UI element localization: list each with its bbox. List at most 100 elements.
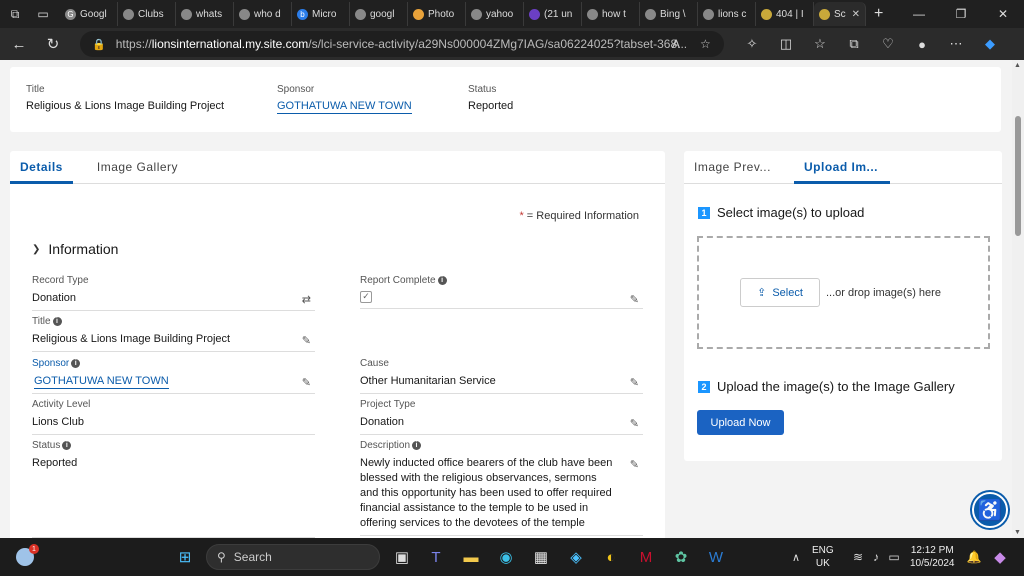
sponsor-link[interactable]: GOTHATUWA NEW TOWN	[277, 100, 412, 114]
info-icon: i	[52, 317, 62, 326]
scroll-down-icon[interactable]: ▼	[1014, 529, 1021, 536]
field-cause: Cause Other Humanitarian Service ✎	[360, 358, 643, 394]
task-view-icon[interactable]: ▣	[390, 545, 414, 569]
favorites-icon[interactable]: ☆	[803, 30, 837, 58]
browser-tab[interactable]: Clubs	[118, 2, 176, 26]
upload-arrow-icon: ⇪	[757, 287, 767, 299]
tab-details[interactable]: Details	[10, 151, 73, 184]
info-icon: i	[62, 441, 72, 450]
details-tabs: Details Image Gallery	[10, 151, 665, 184]
search-icon	[181, 8, 192, 20]
field-project-type: Project Type Donation ✎	[360, 399, 643, 435]
extensions-icon[interactable]: ✧	[735, 30, 769, 58]
mail-icon	[529, 8, 540, 20]
close-window-icon[interactable]: ✕	[982, 0, 1024, 28]
browser-tab[interactable]: 404 | I	[756, 2, 814, 26]
edit-pencil-icon[interactable]: ✎	[630, 458, 639, 471]
browser-tab[interactable]: lions c	[698, 2, 756, 26]
info-icon: i	[412, 441, 422, 450]
copilot-icon[interactable]: ◆	[973, 30, 1007, 58]
accessibility-icon[interactable]: ♿	[972, 492, 1008, 528]
address-toolbar: ← ↻ 🔒 https://lionsinternational.my.site…	[0, 28, 1024, 60]
mcafee-icon[interactable]: M	[634, 545, 658, 569]
battery-icon[interactable]: ▭	[882, 545, 906, 569]
browser-tab-active[interactable]: Sc ✕	[814, 2, 866, 26]
upload-now-button[interactable]: Upload Now	[697, 410, 784, 435]
weather-widget[interactable]: 1	[14, 544, 39, 568]
field-description: Description i Newly inducted office beare…	[360, 440, 643, 536]
image-drop-zone[interactable]: ⇪ Select ...or drop image(s) here	[697, 236, 990, 349]
photos-icon	[413, 8, 424, 20]
minimize-icon[interactable]: —	[898, 0, 940, 28]
google-icon: G	[65, 8, 76, 20]
new-tab-button[interactable]: +	[874, 5, 883, 23]
scrollbar-thumb[interactable]	[1015, 116, 1021, 236]
collections-icon[interactable]: ⧉	[837, 30, 871, 58]
browser-tab[interactable]: b Micro	[292, 2, 350, 26]
weather-app-icon[interactable]: ✿	[669, 545, 693, 569]
tips-icon[interactable]: ◐	[599, 545, 623, 569]
browser-tab[interactable]: whats	[176, 2, 234, 26]
page-scrollbar[interactable]: ▲ ▼	[1012, 60, 1024, 538]
close-tab-icon[interactable]: ✕	[852, 9, 860, 20]
profile-avatar-icon[interactable]: ●	[905, 30, 939, 58]
more-menu-icon[interactable]: ⋯	[939, 30, 973, 58]
scroll-up-icon[interactable]: ▲	[1014, 62, 1021, 69]
url-field[interactable]: 🔒 https://lionsinternational.my.site.com…	[80, 31, 724, 57]
taskbar-search[interactable]: ⚲ Search	[206, 544, 380, 570]
search-icon	[471, 8, 482, 20]
teams-icon[interactable]: T	[424, 545, 448, 569]
edit-pencil-icon[interactable]: ✎	[630, 293, 639, 306]
browser-tab[interactable]: Photo	[408, 2, 466, 26]
language-indicator[interactable]: ENG UK	[812, 538, 834, 576]
show-hidden-icons-icon[interactable]: ∧	[784, 545, 808, 569]
store-icon[interactable]: ▦	[529, 545, 553, 569]
browser-tab[interactable]: who d	[234, 2, 292, 26]
edit-pencil-icon[interactable]: ✎	[302, 376, 311, 389]
notification-bell-icon[interactable]: 🔔	[962, 545, 986, 569]
favorite-star-icon[interactable]: ☆	[700, 37, 711, 51]
read-aloud-icon[interactable]: A	[672, 37, 680, 51]
browser-tab[interactable]: (21 un	[524, 2, 582, 26]
required-info-note: * = Required Information	[519, 210, 639, 222]
edit-pencil-icon[interactable]: ✎	[302, 334, 311, 347]
edit-pencil-icon[interactable]: ✎	[630, 376, 639, 389]
search-icon: ⚲	[217, 550, 226, 564]
split-screen-icon[interactable]: ◫	[769, 30, 803, 58]
information-section-toggle[interactable]: ❯ Information	[32, 241, 118, 257]
back-icon[interactable]: ←	[4, 30, 34, 58]
refresh-icon[interactable]: ↻	[38, 30, 68, 58]
report-complete-checkbox[interactable]: ✓	[360, 290, 372, 303]
word-icon[interactable]: W	[704, 545, 728, 569]
field-title: Title i Religious & Lions Image Building …	[32, 316, 315, 352]
browser-tab[interactable]: Bing \	[640, 2, 698, 26]
browser-tab[interactable]: googl	[350, 2, 408, 26]
window-controls: — ❐ ✕	[898, 0, 1024, 28]
sponsor-field-link[interactable]: GOTHATUWA NEW TOWN	[34, 375, 169, 389]
upload-card: Image Prev... Upload Im... 1 Select image…	[684, 151, 1002, 461]
file-explorer-icon[interactable]: ▬	[459, 545, 483, 569]
select-images-button[interactable]: ⇪ Select	[740, 278, 820, 307]
header-title: Title Religious & Lions Image Building P…	[26, 84, 225, 112]
clock[interactable]: 12:12 PM 10/5/2024	[910, 538, 955, 576]
tab-actions-icon[interactable]: ▭	[32, 3, 54, 25]
edge-icon[interactable]: ◉	[494, 545, 518, 569]
browser-tab[interactable]: yahoo	[466, 2, 524, 26]
change-record-type-icon[interactable]: ⇄	[302, 293, 311, 306]
tab-image-preview[interactable]: Image Prev...	[684, 151, 790, 184]
browser-tab[interactable]: how t	[582, 2, 640, 26]
edit-pencil-icon[interactable]: ✎	[630, 417, 639, 430]
start-icon[interactable]: ⊞	[173, 545, 197, 569]
mcafee-webadvisor-icon[interactable]: ◈	[564, 545, 588, 569]
performance-icon[interactable]: ♡	[871, 30, 905, 58]
workspaces-icon[interactable]: ⧉	[4, 3, 26, 25]
windows-taskbar: 1 ⊞ ⚲ Search ▣ T ▬ ◉ ▦ ◈ ◐ M ✿ W ∧ ENG UK…	[0, 538, 1024, 576]
copilot-taskbar-icon[interactable]: ◆	[988, 545, 1012, 569]
tab-upload-images[interactable]: Upload Im...	[794, 151, 890, 184]
bing-icon: b	[297, 8, 308, 20]
browser-tab-bar: ⧉ ▭ G Googl Clubs whats who d b Micro goog…	[0, 0, 1024, 28]
restore-icon[interactable]: ❐	[940, 0, 982, 28]
tab-image-gallery[interactable]: Image Gallery	[87, 151, 188, 184]
search-icon	[587, 8, 598, 20]
browser-tab[interactable]: G Googl	[60, 2, 118, 26]
